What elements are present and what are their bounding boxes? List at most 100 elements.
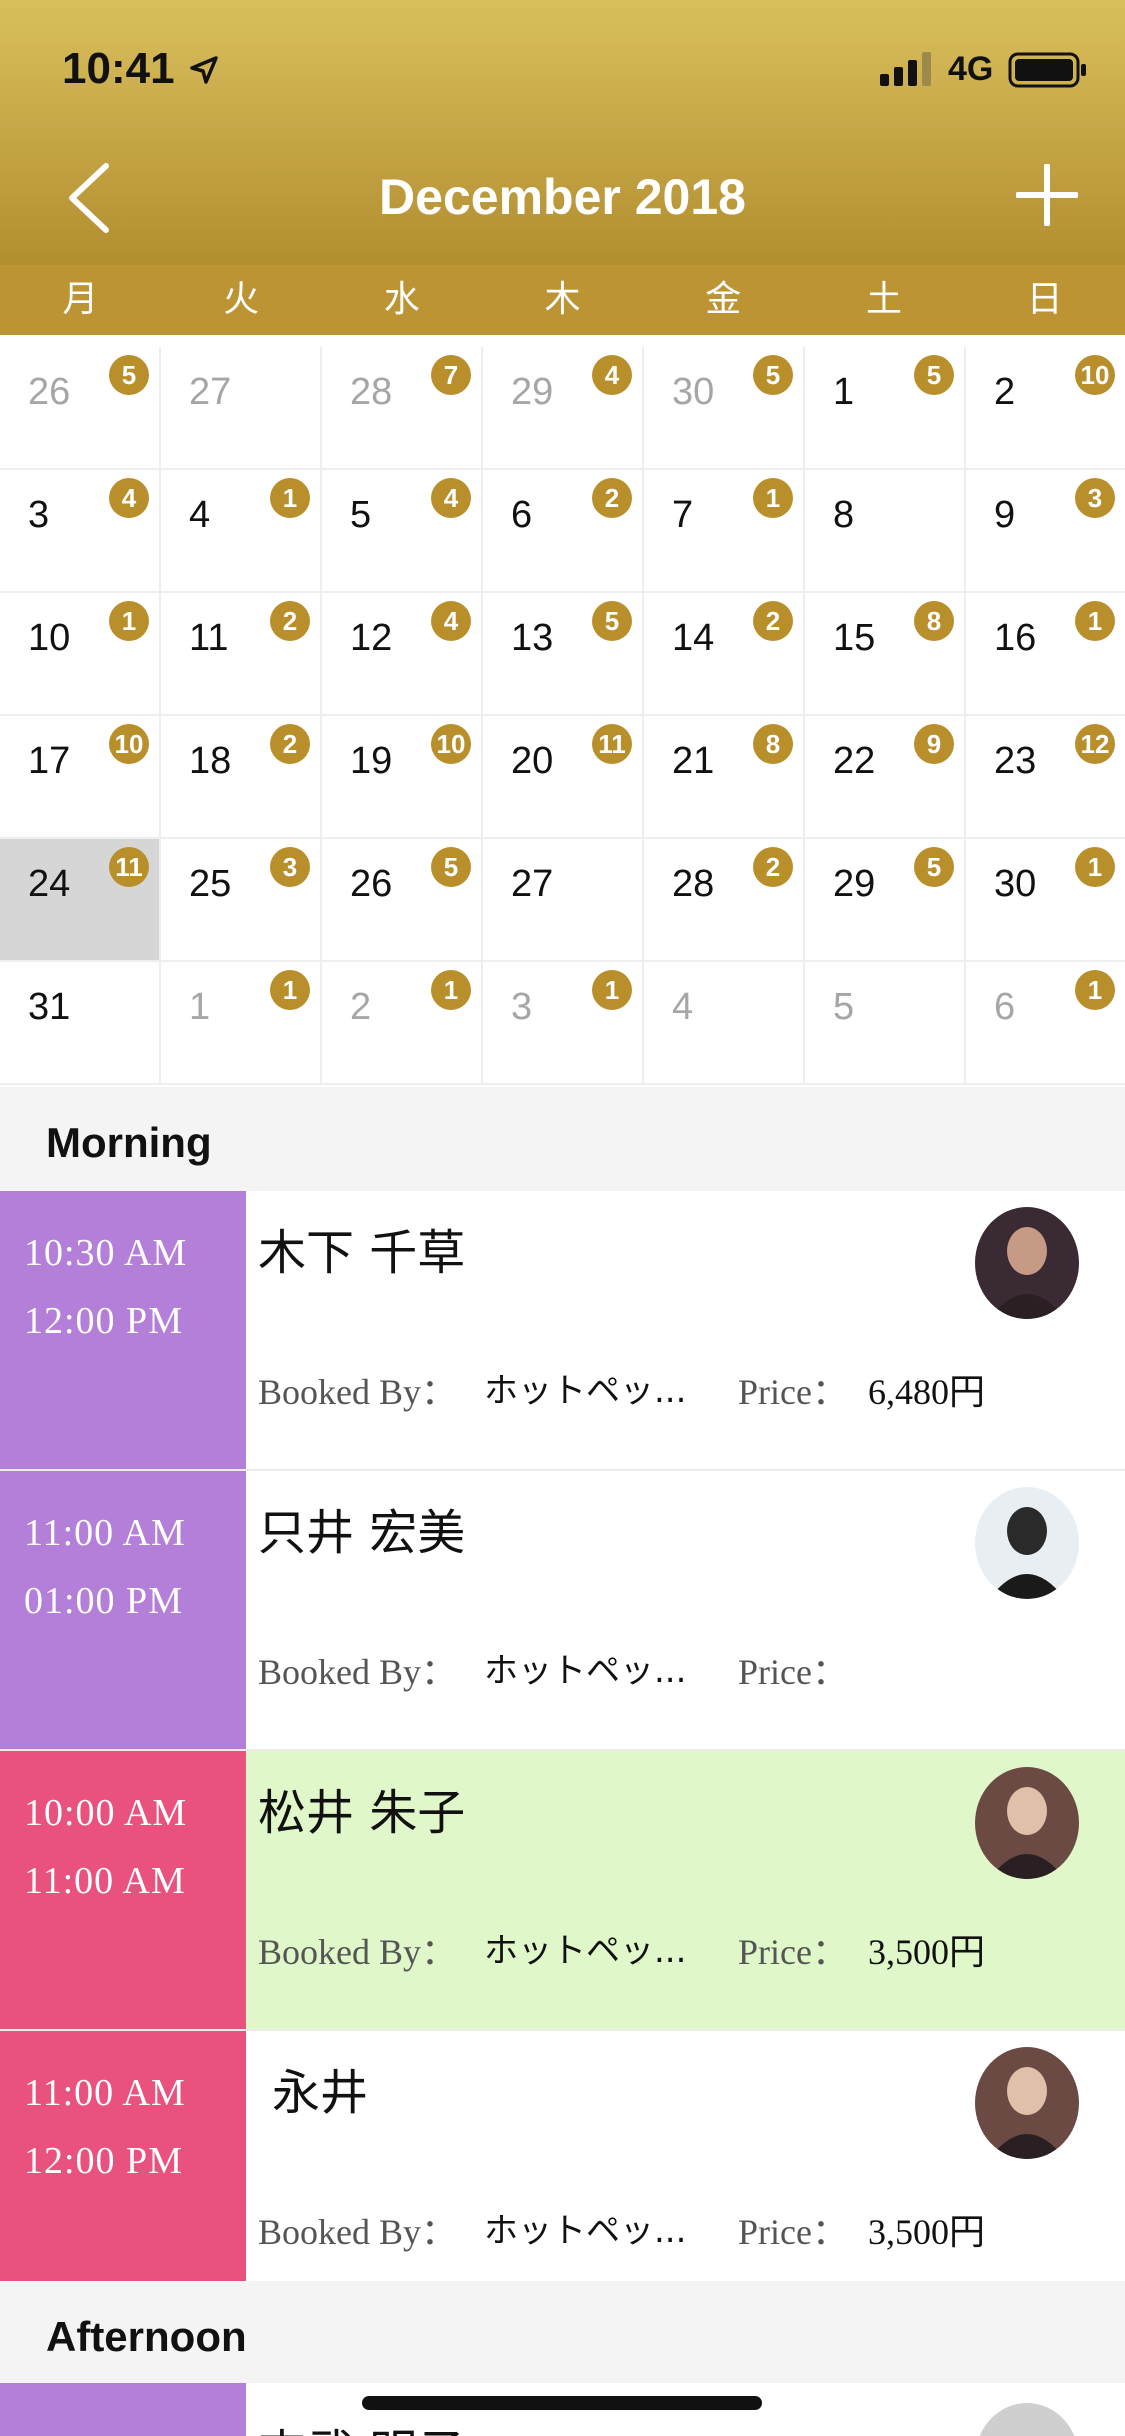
- calendar-day-cell[interactable]: 11: [161, 962, 322, 1085]
- appointment-count-badge: 8: [753, 724, 793, 764]
- booked-by-value: ホットペッ...: [484, 1371, 687, 1411]
- calendar-day-cell[interactable]: 17 10: [0, 716, 161, 839]
- calendar-day-cell[interactable]: 30 1: [966, 839, 1125, 962]
- calendar-day-cell[interactable]: 41: [161, 470, 322, 593]
- calendar-day-cell[interactable]: 54: [322, 470, 483, 593]
- weekday-mon: 月: [62, 279, 99, 320]
- appointment-item[interactable]: 10:00 AM 11:00 AM 松井 朱子 Booked By： ホットペッ... P…: [0, 1751, 1125, 2031]
- day-number: 20: [511, 740, 554, 782]
- calendar-day-cell[interactable]: 61: [966, 962, 1125, 1085]
- calendar-day-cell[interactable]: 30 5: [644, 347, 805, 470]
- calendar-day-cell[interactable]: 14 2: [644, 593, 805, 716]
- add-button[interactable]: [1015, 163, 1079, 227]
- appointment-item[interactable]: 11:00 AM 01:00 PM 只井 宏美 Booked By： ホットペッ... P…: [0, 1471, 1125, 1751]
- calendar-day-cell[interactable]: 24 11: [0, 839, 161, 962]
- calendar-day-cell[interactable]: 4: [644, 962, 805, 1085]
- calendar-day-cell[interactable]: 20 11: [483, 716, 644, 839]
- network-type: 4G: [948, 50, 994, 88]
- appointment-count-badge: 10: [431, 724, 471, 764]
- calendar-day-cell[interactable]: 21: [322, 962, 483, 1085]
- weekday-header: 月 火 水 木 金 土 日: [0, 265, 1125, 335]
- calendar-day-cell[interactable]: 26 5: [322, 839, 483, 962]
- calendar-day-cell[interactable]: 15 8: [805, 593, 966, 716]
- day-number: 6: [994, 986, 1016, 1028]
- calendar-day-cell[interactable]: 18 2: [161, 716, 322, 839]
- appointment-time-bar: 10:00 AM 11:00 AM: [0, 1751, 246, 2029]
- calendar-day-cell[interactable]: 28 2: [644, 839, 805, 962]
- calendar-day-cell[interactable]: 15: [805, 347, 966, 470]
- calendar-day-cell[interactable]: 31: [483, 962, 644, 1085]
- calendar-day-cell[interactable]: 28 7: [322, 347, 483, 470]
- calendar-day-cell[interactable]: 10 1: [0, 593, 161, 716]
- day-number: 9: [994, 494, 1016, 536]
- appointment-count-badge: 2: [753, 847, 793, 887]
- calendar-day-cell[interactable]: 27: [161, 347, 322, 470]
- appointment-count-badge: 1: [109, 601, 149, 641]
- day-number: 3: [28, 494, 50, 536]
- booked-by-label: Booked By：: [258, 1372, 458, 1412]
- avatar: [975, 2047, 1079, 2159]
- appointment-time-bar: 11:00 AM 12:00 PM: [0, 2031, 246, 2309]
- day-number: 28: [672, 863, 715, 905]
- end-time: 12:00 PM: [24, 1300, 183, 1342]
- calendar-day-cell[interactable]: 93: [966, 470, 1125, 593]
- calendar-day-cell[interactable]: 27: [483, 839, 644, 962]
- calendar-day-cell[interactable]: 11 2: [161, 593, 322, 716]
- appointment-count-badge: 5: [592, 601, 632, 641]
- calendar-week-row: 3441546271893: [0, 470, 1125, 593]
- booked-by-label: Booked By：: [258, 1652, 458, 1692]
- calendar-day-cell[interactable]: 12 4: [322, 593, 483, 716]
- section-header-morning: Morning: [0, 1087, 1125, 1191]
- appointment-count-badge: 2: [753, 601, 793, 641]
- calendar-day-cell[interactable]: 21 8: [644, 716, 805, 839]
- appointment-count-badge: 2: [592, 478, 632, 518]
- day-number: 24: [28, 863, 71, 905]
- section-header-afternoon: Afternoon: [0, 2281, 1125, 2383]
- appointment-count-badge: 10: [109, 724, 149, 764]
- start-time: 11:00 AM: [24, 1512, 186, 1554]
- day-number: 14: [672, 617, 715, 659]
- day-number: 7: [672, 494, 694, 536]
- calendar-day-cell[interactable]: 29 5: [805, 839, 966, 962]
- calendar-day-cell[interactable]: 16 1: [966, 593, 1125, 716]
- battery-icon: [1008, 52, 1086, 88]
- appointment-count-badge: 2: [270, 724, 310, 764]
- day-number: 19: [350, 740, 393, 782]
- day-number: 10: [28, 617, 71, 659]
- calendar-day-cell[interactable]: 34: [0, 470, 161, 593]
- calendar-week-row: 26 5 27 28 7 29 4 30 5 1 5 2 10: [0, 347, 1125, 470]
- appointment-count-badge: 1: [753, 478, 793, 518]
- calendar-day-cell[interactable]: 31: [0, 962, 161, 1085]
- appointment-count-badge: 1: [431, 970, 471, 1010]
- calendar-day-cell[interactable]: 26 5: [0, 347, 161, 470]
- calendar-day-cell[interactable]: 29 4: [483, 347, 644, 470]
- calendar-day-cell[interactable]: 8: [805, 470, 966, 593]
- day-number: 17: [28, 740, 71, 782]
- calendar-day-cell[interactable]: 19 10: [322, 716, 483, 839]
- appointment-count-badge: 5: [753, 355, 793, 395]
- day-number: 26: [28, 371, 71, 413]
- day-number: 27: [511, 863, 554, 905]
- calendar-day-cell[interactable]: 62: [483, 470, 644, 593]
- calendar-day-cell[interactable]: 22 9: [805, 716, 966, 839]
- day-number: 4: [189, 494, 211, 536]
- appointment-count-badge: 4: [431, 601, 471, 641]
- calendar-day-cell[interactable]: 71: [644, 470, 805, 593]
- calendar-day-cell[interactable]: 13 5: [483, 593, 644, 716]
- appointment-count-badge: 11: [109, 847, 149, 887]
- booked-by-label: Booked By：: [258, 1932, 458, 1972]
- calendar-day-cell[interactable]: 23 12: [966, 716, 1125, 839]
- calendar-day-cell[interactable]: 5: [805, 962, 966, 1085]
- appointment-count-badge: 10: [1075, 355, 1115, 395]
- day-number: 4: [672, 986, 694, 1028]
- calendar-day-cell[interactable]: 25 3: [161, 839, 322, 962]
- appointment-item[interactable]: 10:30 AM 12:00 PM 木下 千草 Booked By： ホットペッ... P…: [0, 1191, 1125, 1471]
- appointment-count-badge: 12: [1075, 724, 1115, 764]
- appointment-count-badge: 8: [914, 601, 954, 641]
- appointment-item[interactable]: 11:00 AM 12:00 PM 永井 Booked By： ホットペッ... Pric…: [0, 2031, 1125, 2311]
- price-value: 6,480円: [868, 1372, 986, 1412]
- calendar-day-cell[interactable]: 2 10: [966, 347, 1125, 470]
- avatar-photo: [975, 2047, 1079, 2159]
- appointment-count-badge: 11: [592, 724, 632, 764]
- day-number: 2: [350, 986, 372, 1028]
